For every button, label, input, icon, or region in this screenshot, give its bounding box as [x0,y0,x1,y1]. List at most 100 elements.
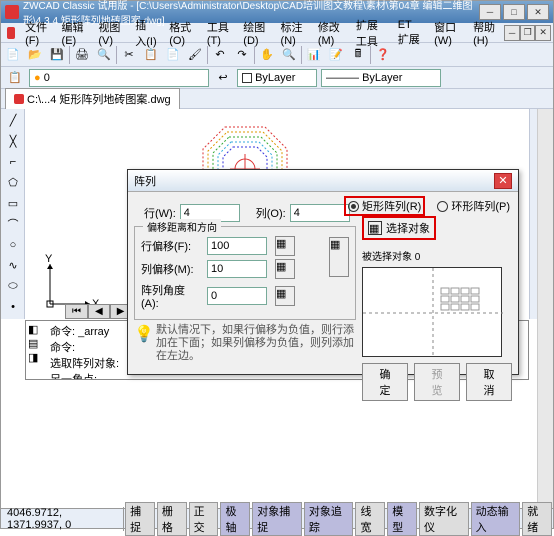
select-objects-label: 选择对象 [386,220,430,236]
coloff-input[interactable] [207,260,267,278]
cmd-icon3[interactable]: ◨ [28,351,46,364]
calc-icon[interactable]: 🖩 [348,45,368,65]
spline-icon[interactable]: ∿ [3,256,23,276]
offset-groupbox: 偏移距离和方向 行偏移(F): ▦ ▦ 列偏移(M): ▦ 阵列角度(A): ▦ [134,226,356,320]
paste-icon[interactable]: 📄 [163,45,183,65]
zoom-icon[interactable]: 🔍 [279,45,299,65]
rect-icon[interactable]: ▭ [3,194,23,214]
redo-icon[interactable]: ↷ [232,45,252,65]
xline-icon[interactable]: ╳ [3,132,23,152]
props-icon[interactable]: 📝 [326,45,346,65]
undo-icon[interactable]: ↶ [210,45,230,65]
print-icon[interactable]: 🖨 [72,45,92,65]
dialog-titlebar[interactable]: 阵列 ✕ [128,170,518,192]
dialog-close-button[interactable]: ✕ [494,173,512,189]
cmd-icon2[interactable]: ▤ [28,337,46,350]
rowoff-pick-button[interactable]: ▦ [275,236,295,256]
menu-et[interactable]: ET扩展 [392,17,428,49]
preview-button[interactable]: 预览 [414,363,460,401]
ortho-toggle[interactable]: 正交 [189,502,219,536]
status-bar: 4046.9712, 1371.9937, 0 捕捉 栅格 正交 极轴 对象捕捉… [1,508,553,528]
coloff-pick-button[interactable]: ▦ [275,259,295,279]
maximize-button[interactable]: □ [503,4,525,20]
select-objects-button[interactable]: ▦ 选择对象 [362,216,436,240]
svg-text:Y: Y [45,254,53,265]
snap-toggle[interactable]: 捕捉 [125,502,155,536]
nav-prev-icon[interactable]: ◀ [88,304,110,319]
ellipse-icon[interactable]: ⬭ [3,277,23,297]
menu-bar: 文件(F) 编辑(E) 视图(V) 插入(I) 格式(O) 工具(T) 绘图(D… [1,23,553,43]
rowoff-label: 行偏移(F): [141,238,201,254]
rect-array-label: 矩形阵列(R) [362,198,421,214]
lwt-toggle[interactable]: 线宽 [355,502,385,536]
select-icon: ▦ [368,221,382,235]
layers-icon[interactable]: 📊 [304,45,324,65]
cancel-button[interactable]: 取消 [466,363,512,401]
linetype-dropdown[interactable]: ——— ByLayer [321,69,441,87]
close-button[interactable]: ✕ [527,4,549,20]
menu-window[interactable]: 窗口(W) [428,17,467,49]
angle-input[interactable] [207,287,267,305]
pan-icon[interactable]: ✋ [257,45,277,65]
draw-toolbar: ╱ ╳ ⌐ ⬠ ▭ ⌒ ○ ∿ ⬭ • [1,109,25,319]
doc-tab-label: C:\...4 矩形阵列地砖图案.dwg [27,91,171,107]
pline-icon[interactable]: ⌐ [3,152,23,172]
open-icon[interactable]: 📂 [25,45,45,65]
layer-dropdown[interactable]: ● 0 [29,69,209,87]
angle-label: 阵列角度(A): [141,282,201,310]
coordinates[interactable]: 4046.9712, 1371.9937, 0 [1,507,124,531]
bulb-icon: 💡 [134,324,150,344]
copy-icon[interactable]: 📋 [141,45,161,65]
layer-prev-icon[interactable]: ↩ [213,68,233,88]
doc-close-button[interactable]: ✕ [535,25,551,41]
menu-help[interactable]: 帮助(H) [467,17,504,49]
polar-toggle[interactable]: 极轴 [220,502,250,536]
both-pick-button[interactable]: ▦ [329,237,349,277]
array-dialog: 阵列 ✕ 矩形阵列(R) 环形阵列(P) 行(W): 列(O): [127,169,519,375]
cmd-icon1[interactable]: ◧ [28,323,46,336]
doc-minimize-button[interactable]: ─ [504,25,520,41]
doc-tab[interactable]: C:\...4 矩形阵列地砖图案.dwg [5,88,180,109]
angle-pick-button[interactable]: ▦ [275,286,295,306]
document-tabs: C:\...4 矩形阵列地砖图案.dwg [1,89,553,109]
otrack-toggle[interactable]: 对象追踪 [304,502,354,536]
match-icon[interactable]: 🖌 [185,45,205,65]
polar-array-radio[interactable]: 环形阵列(P) [437,196,510,216]
cut-icon[interactable]: ✂ [119,45,139,65]
color-dropdown[interactable]: ByLayer [237,69,317,87]
dialog-title: 阵列 [134,173,494,189]
model-toggle[interactable]: 模型 [387,502,417,536]
doc-icon [7,27,15,39]
tip-text: 默认情况下，如果行偏移为负值，则行添加在下面；如果列偏移为负值，则列添加在左边。 [156,324,356,364]
radio-icon [437,201,448,212]
digit-toggle[interactable]: 数字化仪 [419,502,469,536]
rowoff-input[interactable] [207,237,267,255]
array-preview [362,267,502,357]
offset-group-title: 偏移距离和方向 [143,219,221,234]
rect-array-radio[interactable]: 矩形阵列(R) [344,196,425,216]
app-logo-icon [5,5,19,19]
osnap-toggle[interactable]: 对象捕捉 [252,502,302,536]
selected-count: 被选择对象 0 [362,248,512,263]
polygon-icon[interactable]: ⬠ [3,173,23,193]
properties-toolbar: 📋 ● 0 ↩ ByLayer ——— ByLayer [1,67,553,89]
save-icon[interactable]: 💾 [47,45,67,65]
vertical-scrollbar[interactable] [537,109,553,508]
doc-restore-button[interactable]: ❐ [520,25,536,41]
help-icon[interactable]: ❓ [373,45,393,65]
line-icon[interactable]: ╱ [3,111,23,131]
cols-input[interactable] [290,204,350,222]
ok-button[interactable]: 确定 [362,363,408,401]
layer-manager-icon[interactable]: 📋 [5,68,25,88]
nav-first-icon[interactable]: ⏮ [65,304,88,319]
cols-label: 列(O): [256,205,286,221]
preview-icon[interactable]: 🔍 [94,45,114,65]
circle-icon[interactable]: ○ [3,235,23,255]
dyn-toggle[interactable]: 动态输入 [471,502,521,536]
doc-tab-icon [14,94,24,104]
new-icon[interactable]: 📄 [3,45,23,65]
arc-icon[interactable]: ⌒ [3,215,23,235]
ready-status: 就绪 [522,502,552,536]
point-icon[interactable]: • [3,297,23,317]
grid-toggle[interactable]: 栅格 [157,502,187,536]
